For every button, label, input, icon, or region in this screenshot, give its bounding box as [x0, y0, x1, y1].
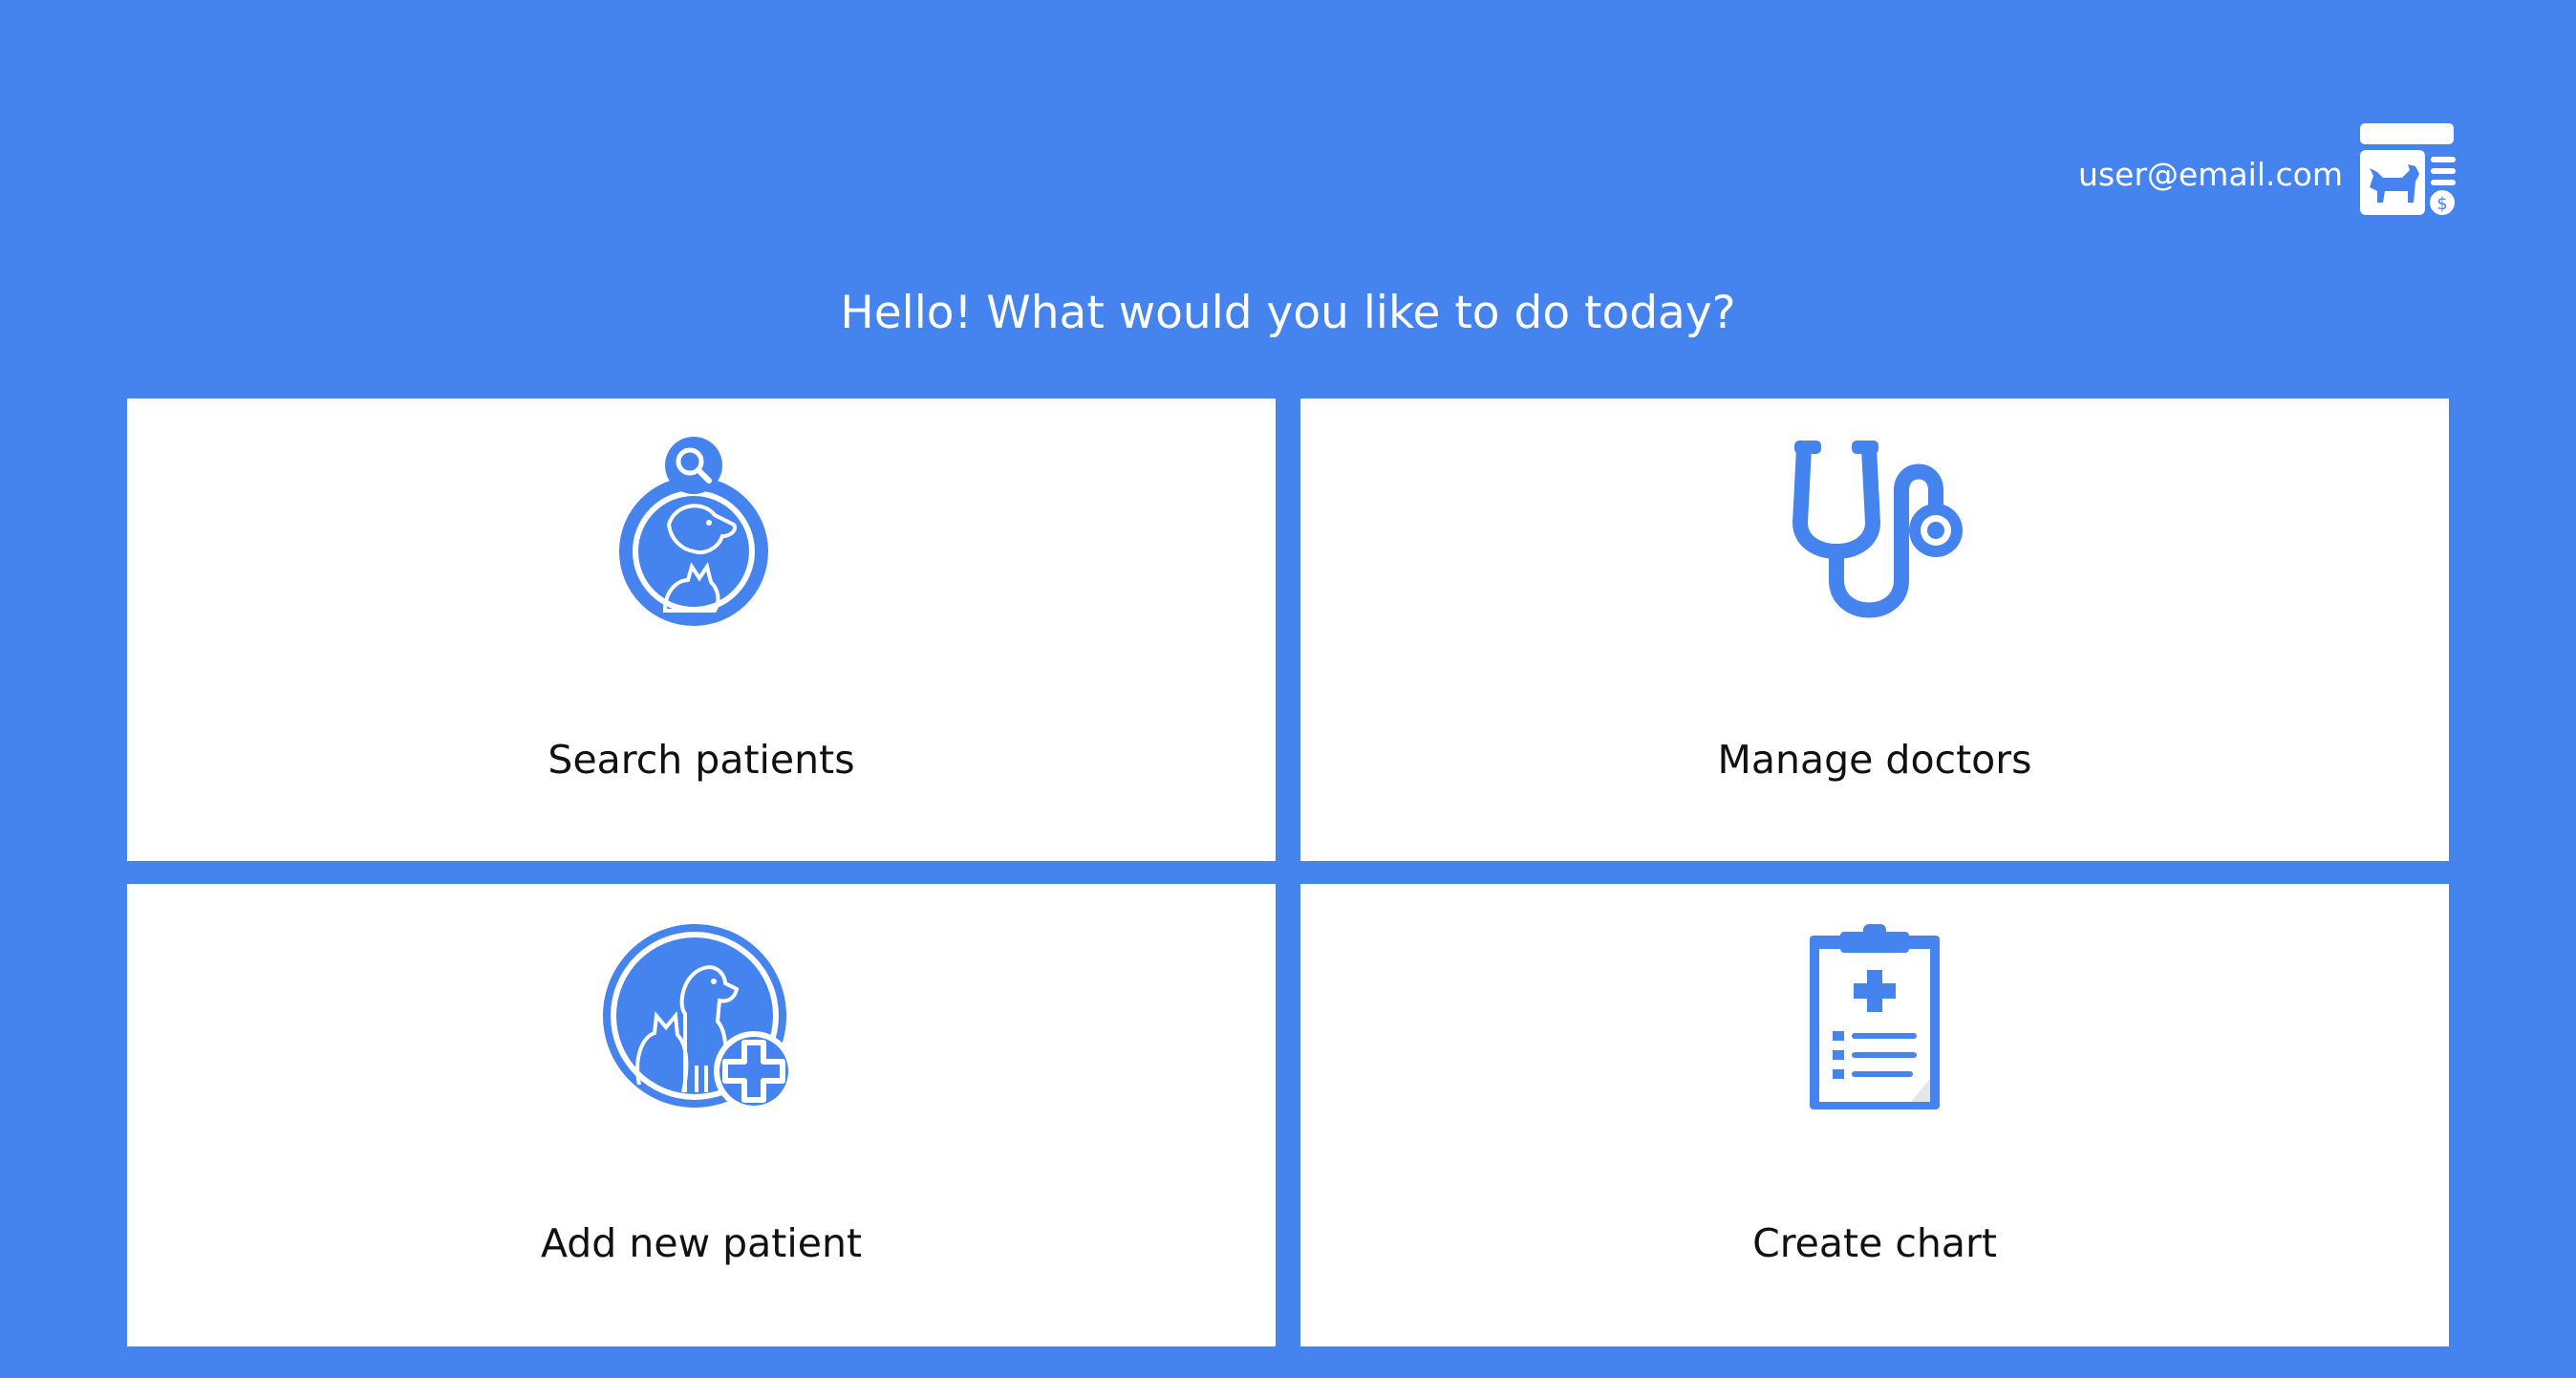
search-pets-icon — [619, 437, 768, 626]
vet-clinic-logo-icon: $ — [2360, 123, 2456, 215]
medical-chart-icon — [1810, 924, 1940, 1109]
svg-text:$: $ — [2436, 194, 2447, 214]
add-new-patient-label: Add new patient — [540, 1220, 863, 1266]
page-title: Hello! What would you like to do today? — [840, 287, 1736, 339]
add-new-patient-card[interactable]: Add new patient — [127, 884, 1276, 1346]
user-email[interactable]: user@email.com — [2078, 159, 2343, 190]
search-patients-label: Search patients — [547, 737, 855, 783]
stethoscope-icon — [1792, 441, 1963, 618]
search-patients-card[interactable]: Search patients — [127, 398, 1276, 861]
manage-doctors-card[interactable]: Manage doctors — [1300, 398, 2449, 861]
user-menu[interactable]: user@email.com $ — [2078, 118, 2456, 218]
create-chart-label: Create chart — [1752, 1220, 1997, 1266]
add-pet-icon — [603, 924, 794, 1111]
create-chart-card[interactable]: Create chart — [1300, 884, 2449, 1346]
manage-doctors-label: Manage doctors — [1717, 737, 2032, 783]
